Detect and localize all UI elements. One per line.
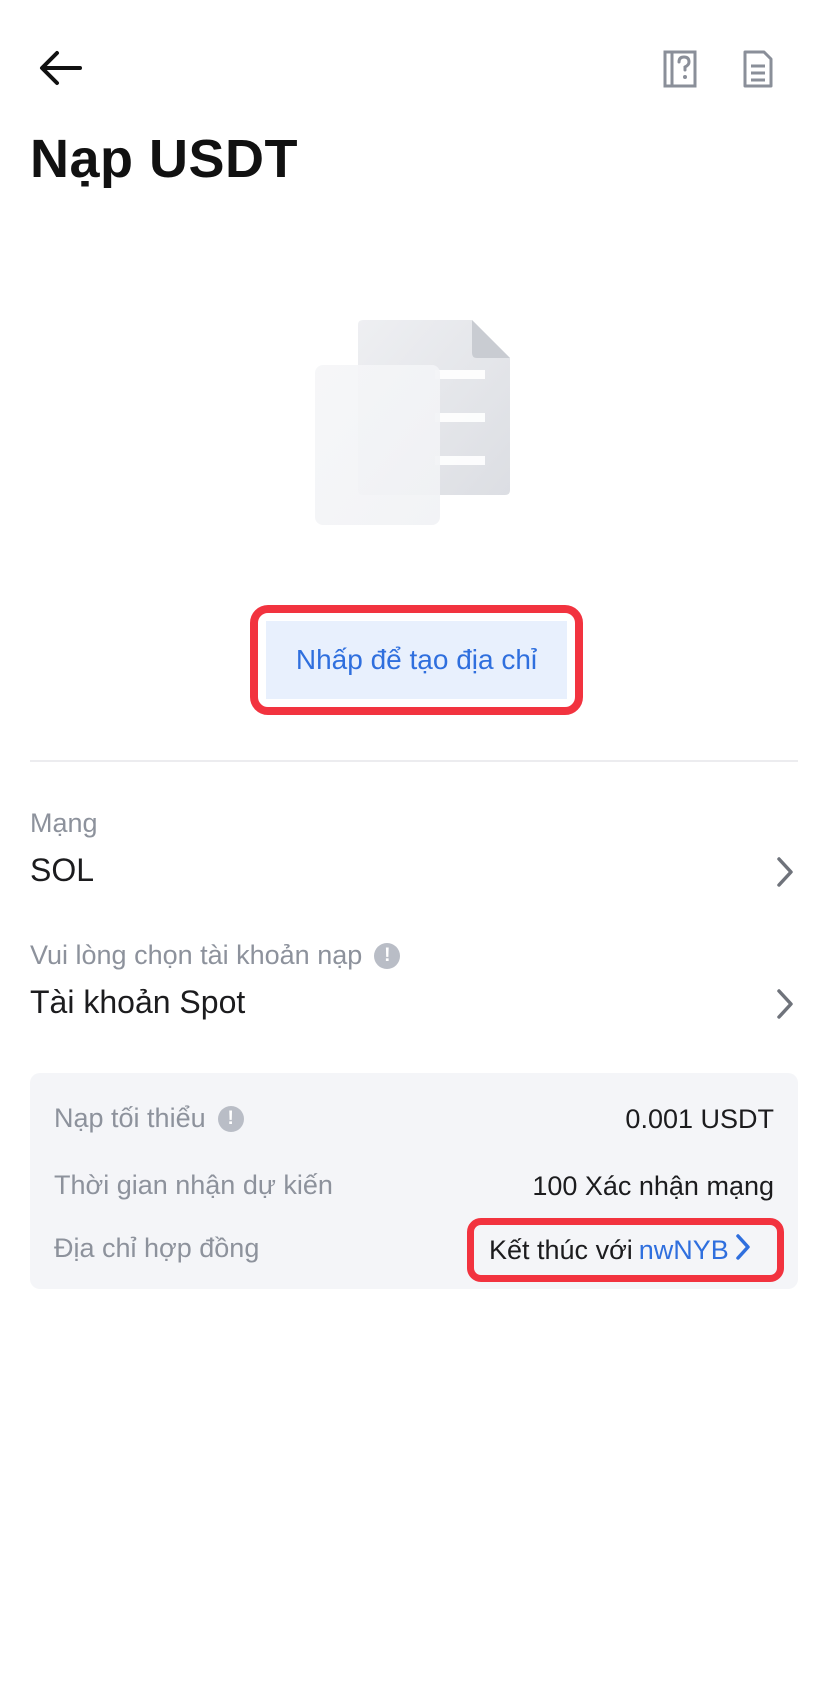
- contract-address-link[interactable]: Kết thúc với nwNYB: [489, 1230, 751, 1270]
- min-deposit-label: Nạp tối thiểu !: [54, 1103, 244, 1134]
- contract-address-label-text: Địa chỉ hợp đồng: [54, 1233, 260, 1263]
- account-label: Vui lòng chọn tài khoản nạp !: [30, 940, 401, 971]
- contract-prefix: Kết thúc với: [489, 1234, 633, 1265]
- document-list-icon: [742, 49, 774, 94]
- divider: [30, 760, 798, 762]
- chevron-right-icon: [735, 1233, 751, 1268]
- min-deposit-value: 0.001 USDT: [625, 1104, 774, 1134]
- network-selector[interactable]: [0, 800, 828, 910]
- generate-address-button[interactable]: Nhấp để tạo địa chỉ: [266, 621, 567, 699]
- info-alert-icon[interactable]: !: [374, 942, 401, 969]
- arrival-time-value: 100 Xác nhận mạng: [532, 1171, 774, 1201]
- empty-documents-illustration: [310, 315, 520, 530]
- back-button[interactable]: [30, 40, 90, 100]
- arrow-left-icon: [38, 50, 82, 91]
- page-title: Nạp USDT: [30, 129, 299, 189]
- account-value: Tài khoản Spot: [30, 984, 246, 1020]
- network-label-text: Mạng: [30, 808, 98, 838]
- deposit-history-button[interactable]: [733, 46, 783, 96]
- arrival-time-label: Thời gian nhận dự kiến: [54, 1170, 333, 1201]
- help-book-icon: [662, 49, 698, 94]
- help-button[interactable]: [655, 46, 705, 96]
- chevron-right-icon: [770, 852, 800, 892]
- contract-address-label: Địa chỉ hợp đồng: [54, 1233, 259, 1264]
- info-alert-icon[interactable]: !: [217, 1105, 244, 1132]
- min-deposit-label-text: Nạp tối thiểu: [54, 1103, 206, 1133]
- network-label: Mạng: [30, 808, 98, 839]
- network-value: SOL: [30, 852, 95, 888]
- account-label-text: Vui lòng chọn tài khoản nạp: [30, 940, 363, 970]
- chevron-right-icon: [770, 984, 800, 1024]
- arrival-time-label-text: Thời gian nhận dự kiến: [54, 1170, 333, 1200]
- contract-suffix: nwNYB: [638, 1234, 729, 1265]
